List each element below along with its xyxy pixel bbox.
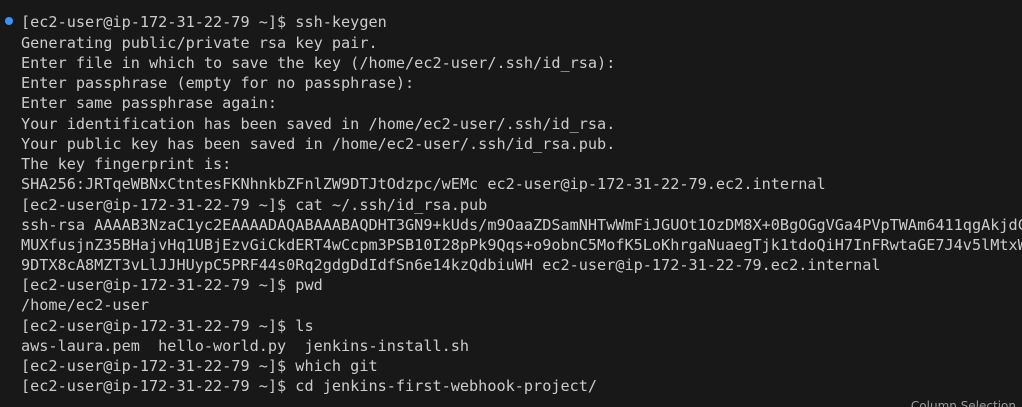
terminal-line: The key fingerprint is: bbox=[21, 155, 232, 173]
terminal-line: aws-laura.pem hello-world.py jenkins-ins… bbox=[21, 337, 470, 355]
terminal-line: [ec2-user@ip-172-31-22-79 ~]$ cat ~/.ssh… bbox=[21, 196, 488, 214]
terminal-line: Enter passphrase (empty for no passphras… bbox=[21, 74, 415, 92]
terminal-line: Generating public/private rsa key pair. bbox=[21, 34, 378, 52]
terminal-line: [ec2-user@ip-172-31-22-79 ~]$ which git bbox=[21, 357, 378, 375]
terminal-line: MUXfusjnZ35BHajvHq1UBjEzvGiCkdERT4wCcpm3… bbox=[21, 236, 1022, 254]
terminal-line: [ec2-user@ip-172-31-22-79 ~]$ cd jenkins… bbox=[21, 377, 598, 395]
terminal-line: [ec2-user@ip-172-31-22-79 ~]$ ssh-keygen bbox=[21, 13, 387, 31]
terminal-line: Your identification has been saved in /h… bbox=[21, 115, 616, 133]
command-decoration-icon[interactable] bbox=[5, 17, 13, 25]
terminal-line: Your public key has been saved in /home/… bbox=[21, 135, 616, 153]
terminal-panel[interactable]: [ec2-user@ip-172-31-22-79 ~]$ ssh-keygen… bbox=[0, 0, 1022, 407]
terminal-line: SHA256:JRTqeWBNxCtntesFKNhnkbZFnlZW9DTJt… bbox=[21, 175, 826, 193]
status-hint: Column Selection bbox=[910, 399, 1016, 407]
terminal-line: [ec2-user@ip-172-31-22-79 ~]$ ls bbox=[21, 317, 314, 335]
terminal-line: 9DTX8cA8MZT3vLlJJHUypC5PRF44s0Rq2gdgDdId… bbox=[21, 256, 881, 274]
terminal-line: Enter same passphrase again: bbox=[21, 94, 278, 112]
terminal-line: Enter file in which to save the key (/ho… bbox=[21, 54, 616, 72]
terminal-line: ssh-rsa AAAAB3NzaC1yc2EAAAADAQABAAABAQDH… bbox=[21, 216, 1022, 234]
terminal-line: [ec2-user@ip-172-31-22-79 ~]$ pwd bbox=[21, 276, 323, 294]
terminal-line: /home/ec2-user bbox=[21, 296, 150, 314]
